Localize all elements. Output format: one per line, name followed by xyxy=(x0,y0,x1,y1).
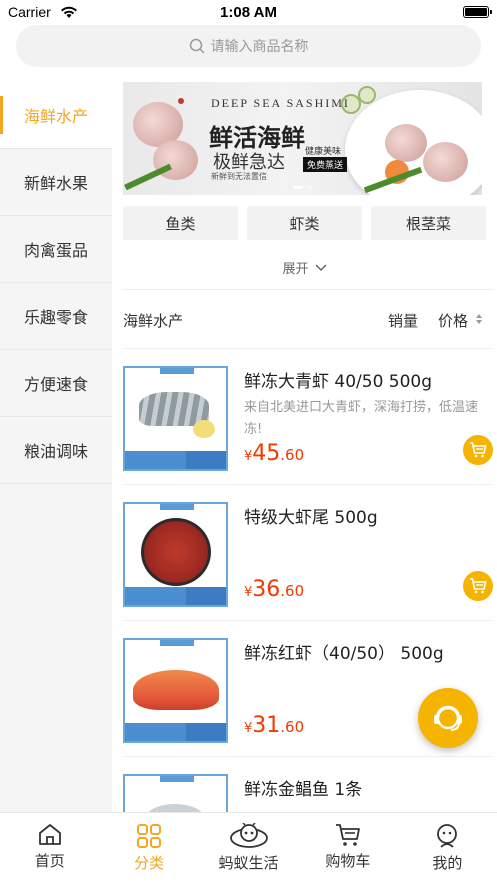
product-name: 鲜冻金鲳鱼 1条 xyxy=(244,780,363,800)
product-description: 来自北美进口大青虾，深海打捞，低温速冻! xyxy=(244,400,479,437)
bottom-tab-bar: 首页 分类 蚂蚁生活 购物车 我的 xyxy=(0,812,497,883)
current-category-label: 海鲜水产 xyxy=(123,312,184,330)
product-name: 鲜冻红虾（40/50） 500g xyxy=(244,644,444,664)
sidebar-item-seafood[interactable]: 海鲜水产 xyxy=(0,82,112,149)
search-icon xyxy=(189,38,205,54)
profile-icon xyxy=(437,824,458,848)
product-price: ¥36.60 xyxy=(244,577,305,602)
sort-by-sales-button[interactable]: 销量 xyxy=(388,310,418,331)
search-input[interactable]: 请输入商品名称 xyxy=(16,25,481,67)
pomfret-image xyxy=(145,804,205,812)
tab-category[interactable]: 分类 xyxy=(99,813,198,883)
tab-label: 分类 xyxy=(134,854,165,872)
cucumber-slice-image xyxy=(358,86,376,104)
product-thumbnail xyxy=(123,366,228,471)
product-price: ¥45.60 xyxy=(244,441,305,466)
subcategory-shrimp[interactable]: 虾类 xyxy=(247,206,362,240)
sidebar-item-instant-food[interactable]: 方便速食 xyxy=(0,350,112,417)
tab-label: 购物车 xyxy=(325,852,371,870)
add-to-cart-button[interactable] xyxy=(463,571,493,601)
subcategory-row: 鱼类 虾类 根茎菜 xyxy=(123,206,493,240)
banner-en-title: DEEP SEA SASHIMI xyxy=(211,96,350,110)
subcategory-root-vegetables[interactable]: 根茎菜 xyxy=(371,206,486,240)
expand-label: 展开 xyxy=(282,262,309,277)
status-bar: Carrier 1:08 AM xyxy=(0,0,497,24)
tab-ant-life[interactable]: 蚂蚁生活 xyxy=(199,813,298,883)
category-sidebar: 海鲜水产 新鲜水果 肉禽蛋品 乐趣零食 方便速食 粮油调味 xyxy=(0,82,112,812)
product-price: ¥31.60 xyxy=(244,713,305,738)
sidebar-item-meat-eggs[interactable]: 肉禽蛋品 xyxy=(0,216,112,283)
banner-tag-dark: 免费蒸送 xyxy=(303,157,348,172)
lemon-image xyxy=(193,420,215,438)
category-grid-icon xyxy=(137,824,162,848)
product-item[interactable]: 鲜冻大青虾 40/50 500g 来自北美进口大青虾，深海打捞，低温速冻! ¥4… xyxy=(123,349,493,485)
tab-shopping-cart[interactable]: 购物车 xyxy=(298,813,397,883)
banner-pagination xyxy=(123,186,482,189)
shrimp-tail-bowl-image xyxy=(141,518,211,586)
tab-profile[interactable]: 我的 xyxy=(398,813,497,883)
tab-label: 首页 xyxy=(34,852,65,870)
headset-icon xyxy=(434,705,462,731)
banner-tag: 健康美味 xyxy=(305,147,342,157)
promo-banner[interactable]: DEEP SEA SASHIMI 鲜活海鲜 极鲜急达 健康美味 免费蒸送 新鲜到… xyxy=(123,82,482,195)
sort-arrows-icon xyxy=(476,314,482,324)
sort-by-price-button[interactable]: 价格 xyxy=(438,310,468,331)
ant-life-icon xyxy=(229,823,268,848)
product-name: 鲜冻大青虾 40/50 500g xyxy=(244,372,433,392)
home-icon xyxy=(38,824,61,845)
cart-icon xyxy=(470,442,487,458)
divider xyxy=(123,289,493,290)
sidebar-item-snacks[interactable]: 乐趣零食 xyxy=(0,283,112,350)
product-thumbnail xyxy=(123,774,228,812)
expand-button[interactable]: 展开 xyxy=(112,258,497,277)
add-to-cart-button[interactable] xyxy=(463,435,493,465)
shrimp-image xyxy=(423,142,468,182)
product-thumbnail xyxy=(123,638,228,743)
product-item[interactable]: 鲜冻金鲳鱼 1条 xyxy=(123,757,493,812)
search-placeholder: 请输入商品名称 xyxy=(210,39,309,55)
banner-footer: 新鲜到无法置信 xyxy=(211,172,267,181)
sidebar-item-fruit[interactable]: 新鲜水果 xyxy=(0,149,112,216)
product-thumbnail xyxy=(123,502,228,607)
clock: 1:08 AM xyxy=(220,4,277,21)
sort-bar: 海鲜水产 销量 价格 xyxy=(123,308,493,332)
tab-home[interactable]: 首页 xyxy=(0,813,99,883)
shopping-cart-icon xyxy=(335,824,360,846)
chili-image xyxy=(178,98,184,104)
chevron-down-icon xyxy=(314,263,327,271)
product-name: 特级大虾尾 500g xyxy=(244,508,378,528)
sidebar-item-oil-seasoning[interactable]: 粮油调味 xyxy=(0,417,112,484)
customer-service-button[interactable] xyxy=(418,688,478,748)
battery-icon xyxy=(463,6,492,18)
shrimp-image xyxy=(385,124,427,162)
subcategory-fish[interactable]: 鱼类 xyxy=(123,206,238,240)
cart-icon xyxy=(470,578,487,594)
tab-label: 我的 xyxy=(432,854,463,872)
product-item[interactable]: 特级大虾尾 500g ¥36.60 xyxy=(123,485,493,621)
tab-label: 蚂蚁生活 xyxy=(218,854,279,872)
red-shrimp-image xyxy=(133,670,219,710)
